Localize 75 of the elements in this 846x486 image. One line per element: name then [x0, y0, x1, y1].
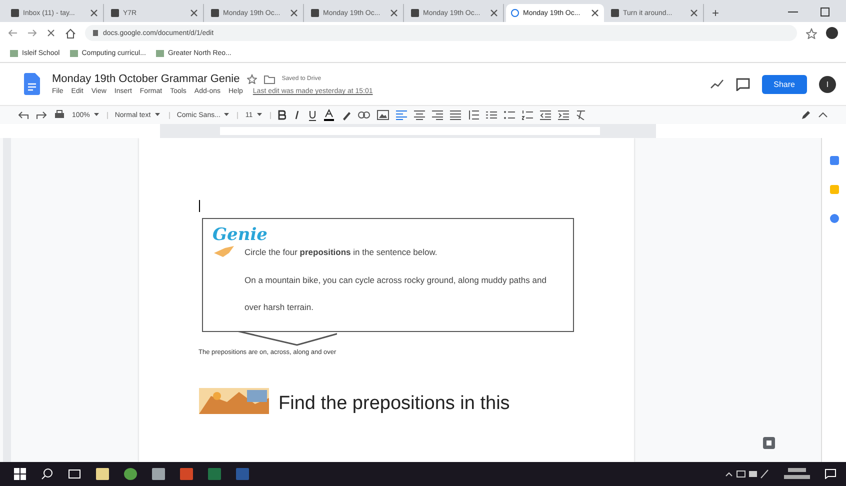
page-icon [611, 9, 619, 17]
bookmark-icon [156, 50, 164, 56]
collapse-icon[interactable] [818, 112, 828, 118]
star-icon[interactable] [806, 28, 817, 38]
close-icon[interactable] [190, 9, 198, 17]
new-tab-button[interactable]: + [706, 4, 726, 22]
share-button[interactable]: Share [762, 74, 807, 94]
close-icon[interactable] [490, 9, 498, 17]
page-icon [511, 9, 519, 17]
genie-logo: Genie [212, 225, 268, 245]
line-spacing-icon[interactable] [468, 110, 479, 120]
profile-avatar[interactable] [826, 27, 838, 39]
document-title[interactable]: Monday 19th October Grammar Genie [52, 73, 240, 85]
page-icon [311, 9, 319, 17]
caret-icon [154, 113, 160, 116]
link-icon[interactable] [358, 111, 370, 119]
instruction-text: Circle the four prepositions in the sentence below. [244, 247, 438, 257]
close-icon[interactable] [591, 9, 599, 17]
align-center-icon[interactable] [414, 110, 425, 120]
clear-formatting-icon[interactable] [576, 110, 586, 120]
back-icon[interactable] [8, 28, 18, 38]
close-icon[interactable] [46, 28, 56, 38]
increase-indent-icon[interactable] [558, 110, 569, 120]
trend-icon[interactable] [710, 79, 724, 89]
text-cursor [198, 200, 200, 212]
pencil-icon[interactable] [801, 110, 811, 120]
bookmark-icon [70, 50, 78, 56]
docs-logo-icon[interactable] [24, 73, 40, 95]
home-icon[interactable] [65, 28, 76, 38]
caret-icon [256, 113, 262, 116]
caret-icon [94, 113, 99, 116]
close-icon[interactable] [690, 9, 698, 17]
print-icon[interactable] [54, 110, 65, 120]
calendar-icon[interactable] [830, 156, 838, 165]
comment-icon[interactable] [736, 78, 750, 90]
align-left-icon[interactable] [396, 110, 407, 120]
star-icon[interactable] [246, 74, 257, 84]
windows-start-icon[interactable] [14, 468, 26, 480]
bulleted-list-icon[interactable] [504, 110, 515, 120]
undo-icon[interactable] [18, 110, 29, 120]
user-avatar[interactable]: I [819, 76, 836, 92]
align-right-icon[interactable] [432, 110, 443, 120]
page-icon [111, 9, 119, 17]
checklist-icon[interactable] [486, 110, 497, 120]
bookmark-icon [10, 50, 18, 56]
redo-icon[interactable] [36, 110, 47, 120]
page-icon [411, 9, 419, 17]
justify-icon[interactable] [450, 110, 461, 120]
browser-icon[interactable] [124, 468, 137, 480]
underline-icon[interactable] [308, 110, 317, 120]
page-icon [211, 9, 219, 17]
lock-icon [93, 30, 98, 36]
search-icon[interactable] [41, 468, 53, 480]
highlighter-icon[interactable] [340, 110, 351, 120]
text-color-icon[interactable] [324, 109, 334, 121]
italic-icon[interactable] [292, 110, 301, 120]
system-tray-icon[interactable] [725, 469, 769, 479]
maximize-icon[interactable] [820, 7, 830, 17]
decrease-indent-icon[interactable] [540, 110, 551, 120]
exercise-sentence: On a mountain bike, you can cycle across rocky ground, along muddy paths and over harsh terrain. [244, 274, 548, 314]
image-icon[interactable] [376, 110, 389, 120]
page-icon [11, 9, 19, 17]
explore-button[interactable] [762, 436, 776, 450]
folder-icon[interactable] [264, 74, 275, 84]
numbered-list-icon[interactable] [522, 110, 533, 120]
close-icon[interactable] [90, 9, 98, 17]
heading-text: Find the prepositions in this [278, 394, 510, 414]
close-icon[interactable] [290, 9, 298, 17]
bold-icon[interactable] [278, 110, 286, 120]
forward-icon[interactable] [27, 28, 37, 38]
tasks-icon[interactable] [830, 214, 838, 223]
caret-icon [224, 113, 230, 116]
close-icon[interactable] [390, 9, 398, 17]
task-view-icon[interactable] [68, 469, 81, 479]
notifications-icon[interactable] [825, 469, 836, 479]
